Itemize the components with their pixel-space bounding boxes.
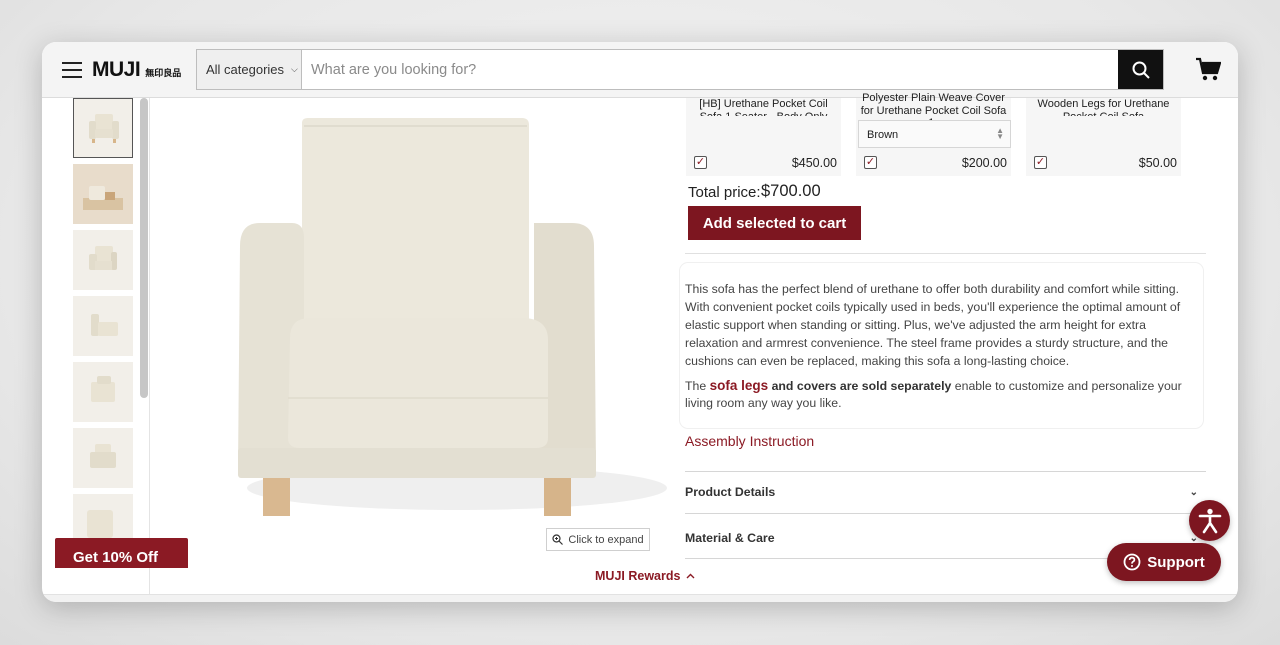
support-label: Support [1147,553,1205,571]
total-price-value: $700.00 [761,182,821,200]
sofa-body-thumbnail-image [90,444,116,468]
bundle-item-name[interactable]: Polyester Plain Weave Cover for Urethane… [860,92,1007,122]
bundle-item-price: $450.00 [791,156,837,170]
bundle-item-name[interactable]: [HB] Urethane Pocket Coil Sofa 1 Seater … [690,98,837,116]
site-header: MUJI 無印良品 All categories ⌵ [42,42,1238,98]
thumbnail-scrollbar[interactable] [140,98,148,398]
thumbnail-3[interactable] [73,230,133,290]
product-description: This sofa has the perfect blend of ureth… [680,263,1203,428]
muji-logo[interactable]: MUJI 無印良品 [92,58,182,81]
thumbnail-gallery [42,98,150,602]
note-start: The [685,378,707,393]
description-note: The sofa legs and covers are sold separa… [685,377,1197,414]
select-arrows-icon: ▲ ▼ [996,126,1004,141]
bundle-item-cover: Polyester Plain Weave Cover for Urethane… [856,92,1011,176]
support-button[interactable]: Support [1107,543,1221,581]
product-details-label: Product Details [685,485,776,499]
bundle-item-checkbox[interactable]: ✓ [694,156,707,169]
search-button[interactable] [1118,50,1163,89]
bundle-item-body: [HB] Urethane Pocket Coil Sofa 1 Seater … [686,98,841,176]
bundle-item-price: $50.00 [1138,156,1177,170]
help-icon [1123,553,1141,571]
window-footer-bar [42,594,1238,602]
sofa-side-thumbnail-image [91,314,118,336]
chevron-up-icon [686,573,695,579]
room-scene-thumbnail-image [83,186,123,210]
add-button-label: Add selected to cart [702,214,847,232]
sofa-detail-thumbnail-image [87,510,113,538]
thumbnail-1[interactable] [73,98,133,158]
sofa-angle-thumbnail-image [89,246,117,270]
sofa-legs-link[interactable]: sofa legs [710,378,769,393]
assembly-instruction-link[interactable]: Assembly Instruction [685,433,814,449]
add-selected-to-cart-button[interactable]: Add selected to cart [688,206,861,240]
bundle-item-checkbox[interactable]: ✓ [1034,156,1047,169]
chevron-down-icon: ⌵ [291,64,298,74]
browser-window: MUJI 無印良品 All categories ⌵ What are you … [42,42,1238,602]
category-select[interactable]: All categories ⌵ [197,50,302,89]
logo-text: MUJI [92,58,141,81]
expand-image-button[interactable]: Click to expand [546,528,650,551]
chevron-down-icon: ⌄ [1189,486,1198,498]
main-product-image[interactable] [192,98,692,548]
rewards-label: MUJI Rewards [595,569,681,583]
search-icon [1132,61,1150,79]
bundle-item-legs: Wooden Legs for Urethane Pocket Coil Sof… [1026,98,1181,176]
zoom-icon [552,534,564,545]
bundle-item-checkbox[interactable]: ✓ [864,156,877,169]
thumbnail-5[interactable] [73,362,133,422]
product-details-accordion[interactable]: Product Details ⌄ [685,472,1206,512]
bundle-item-price: $200.00 [961,156,1007,170]
cover-color-value: Brown [867,129,899,141]
thumbnail-4[interactable] [73,296,133,356]
menu-icon[interactable] [62,62,82,78]
thumbnail-2[interactable] [73,164,133,224]
accordion-divider [685,513,1206,514]
sofa-back-thumbnail-image [91,376,115,402]
thumbnail-6[interactable] [73,428,133,488]
cover-color-select[interactable]: Brown ▲ ▼ [858,120,1011,148]
cart-icon[interactable] [1195,56,1221,82]
thumbnail-divider [149,98,150,602]
total-price-label: Total price: [688,184,761,201]
section-divider [685,253,1206,254]
logo-japanese: 無印良品 [145,69,182,79]
accessibility-icon [1198,508,1221,533]
promo-tab[interactable]: Get 10% Off [55,538,188,568]
bundle-section: [HB] Urethane Pocket Coil Sofa 1 Seater … [682,92,1202,178]
note-bold: and covers are sold separately [771,378,952,393]
expand-label: Click to expand [568,533,644,546]
promo-label: Get 10% Off [73,549,159,566]
bundle-item-name[interactable]: Wooden Legs for Urethane Pocket Coil Sof… [1030,98,1177,116]
accessibility-button[interactable] [1189,500,1230,541]
search-bar: All categories ⌵ [196,49,1164,90]
muji-rewards-toggle[interactable]: MUJI Rewards [595,569,695,583]
description-paragraph: This sofa has the perfect blend of ureth… [685,282,1181,368]
category-label: All categories [206,62,285,77]
search-input[interactable] [302,50,1118,89]
sofa-thumbnail-image [89,114,119,143]
material-care-label: Material & Care [685,531,775,545]
